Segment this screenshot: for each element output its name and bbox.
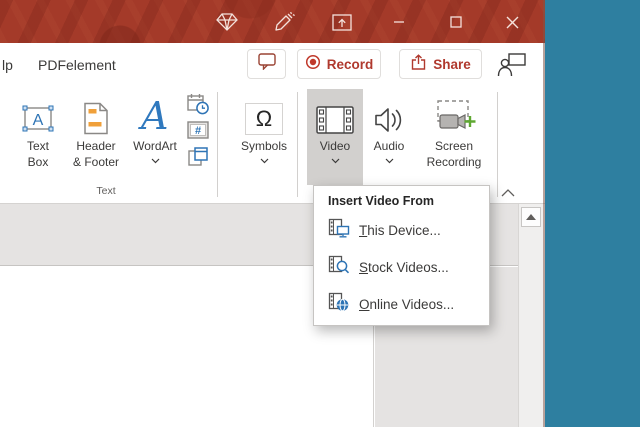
dropdown-header: Insert Video From [328, 194, 435, 208]
menu-item-label: Online Videos... [359, 297, 455, 312]
video-icon [315, 93, 355, 135]
share-icon [410, 53, 427, 75]
popout-window-icon[interactable] [330, 11, 354, 33]
header-footer-label-line2: & Footer [72, 155, 120, 169]
text-box-button[interactable]: A Text Box [12, 89, 64, 184]
window-right-edge [543, 0, 545, 427]
record-button[interactable]: Record [297, 49, 381, 79]
symbols-label: Symbols [240, 139, 287, 153]
text-box-icon: A [19, 93, 57, 135]
tab-pdfelement[interactable]: PDFelement [38, 57, 116, 73]
group-divider [497, 92, 498, 197]
omega-symbol-icon: Ω [245, 93, 283, 135]
menu-item-label: This Device... [359, 223, 441, 238]
menu-item-online-videos[interactable]: Online Videos... [314, 286, 489, 323]
video-label: Video [319, 139, 351, 153]
wordart-label: WordArt [133, 139, 177, 153]
tab-help-partial[interactable]: lp [2, 57, 13, 73]
online-videos-icon [328, 292, 350, 317]
header-footer-icon [82, 93, 110, 135]
audio-icon [373, 93, 405, 135]
wordart-chevron-down-icon [151, 157, 160, 165]
symbols-chevron-down-icon [260, 157, 269, 165]
group-divider [297, 92, 298, 197]
svg-text:#: # [195, 125, 201, 137]
share-button[interactable]: Share [399, 49, 482, 79]
maximize-icon[interactable] [444, 11, 468, 33]
screen-recording-label-line1: Screen [434, 139, 473, 153]
screen-recording-icon [431, 93, 477, 135]
screen-recording-button[interactable]: Screen Recording [414, 89, 494, 184]
menu-item-stock-videos[interactable]: Stock Videos... [314, 249, 489, 286]
vertical-scrollbar[interactable] [518, 204, 543, 427]
gem-icon[interactable] [215, 11, 239, 33]
slide-number-button[interactable]: # [186, 118, 210, 142]
svg-text:A: A [33, 112, 44, 129]
record-label: Record [326, 56, 374, 72]
menu-item-label: Stock Videos... [359, 260, 449, 275]
group-divider [217, 92, 218, 197]
scroll-up-button[interactable] [521, 207, 541, 227]
menu-item-this-device[interactable]: This Device... [314, 212, 489, 249]
comments-button[interactable] [247, 49, 286, 79]
stock-videos-icon [328, 255, 350, 280]
insert-object-button[interactable] [186, 145, 210, 169]
svg-text:A: A [138, 97, 168, 135]
title-bar [0, 0, 545, 43]
draw-marker-icon[interactable] [272, 11, 296, 33]
header-footer-label-line1: Header [76, 139, 116, 153]
audio-button[interactable]: Audio [364, 89, 414, 184]
date-time-button[interactable] [186, 92, 210, 116]
comment-icon [257, 53, 276, 75]
screen-recording-label-line2: Recording [426, 155, 482, 169]
video-chevron-down-icon [331, 157, 340, 165]
collapse-ribbon-chevron-icon[interactable] [500, 186, 516, 200]
text-box-label-line1: Text [26, 139, 49, 153]
minimize-icon[interactable] [387, 11, 411, 33]
wordart-button[interactable]: A WordArt [126, 89, 184, 184]
audio-chevron-down-icon [385, 157, 394, 165]
ribbon-tab-row: lp PDFelement Record Share [0, 43, 545, 88]
share-label: Share [433, 56, 471, 72]
video-from-device-icon [328, 218, 350, 243]
video-button[interactable]: Video [307, 89, 363, 184]
text-group-label: Text [96, 185, 116, 197]
audio-label: Audio [373, 139, 405, 153]
header-footer-button[interactable]: Header & Footer [66, 89, 126, 184]
close-icon[interactable] [500, 11, 524, 33]
wordart-icon: A [135, 93, 175, 135]
text-box-label-line2: Box [27, 155, 49, 169]
record-dot-icon [305, 54, 321, 75]
symbols-button[interactable]: Ω Symbols [235, 89, 293, 184]
powerpoint-window: lp PDFelement Record Share A Text Box He… [0, 0, 545, 427]
presenter-icon[interactable] [497, 52, 527, 83]
insert-video-dropdown-menu: Insert Video From This Device... Stock V… [313, 185, 490, 326]
